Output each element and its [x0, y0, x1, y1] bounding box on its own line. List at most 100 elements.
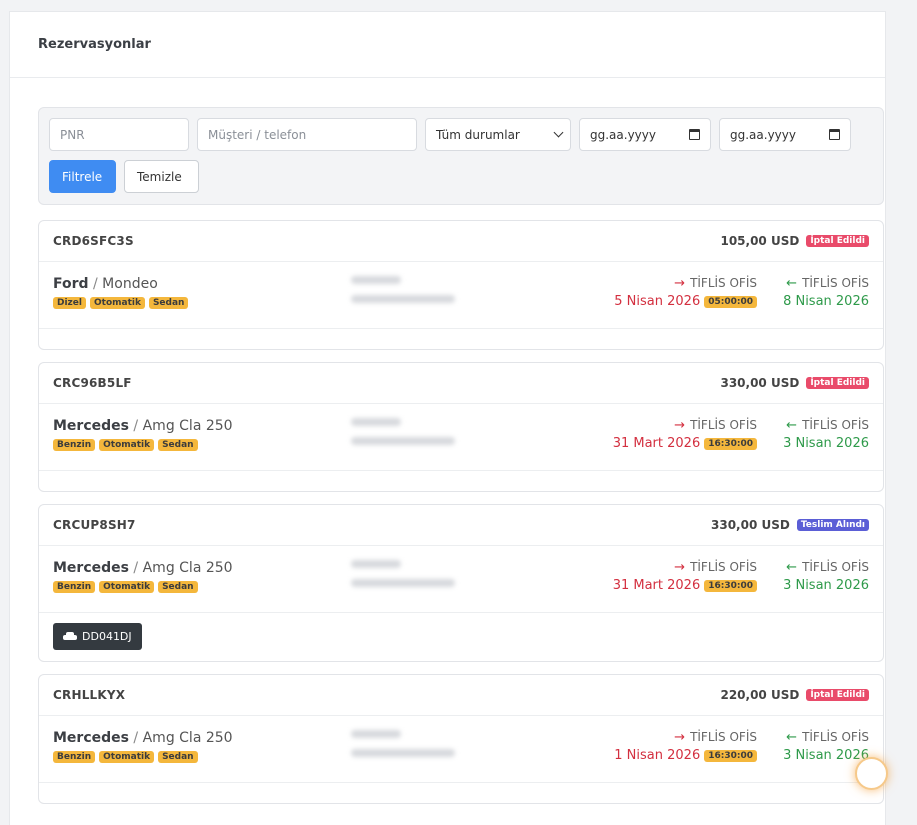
dropoff-datetime: 8 Nisan 2026	[783, 294, 869, 309]
reservation-summary: 330,00 USD Teslim Alındı	[711, 518, 869, 532]
plate-number: DD041DJ	[82, 630, 132, 643]
vehicle-tag: Sedan	[158, 581, 198, 593]
page-title: Rezervasyonlar	[38, 37, 151, 52]
arrow-right-icon: →	[674, 729, 686, 745]
dropoff-date: 8 Nisan 2026	[783, 294, 869, 309]
vehicle-tag: Otomatik	[89, 297, 145, 309]
dropoff-location: ← TİFLİS OFİS	[783, 730, 869, 744]
vehicle-name: Mercedes / Amg Cla 250	[53, 560, 233, 576]
vehicle-tags: Benzin Otomatik Sedan	[53, 581, 233, 593]
pickup-date: 1 Nisan 2026	[614, 748, 701, 763]
vehicle-tag: Otomatik	[99, 439, 155, 451]
price: 330,00 USD	[720, 376, 800, 390]
dropoff-location-label: TİFLİS OFİS	[802, 730, 869, 744]
dropoff-datetime: 3 Nisan 2026	[783, 748, 869, 763]
vehicle-tag: Sedan	[158, 439, 198, 451]
vehicle-info: Ford / Mondeo Dizel Otomatik Sedan	[53, 276, 189, 309]
dropoff-location-label: TİFLİS OFİS	[802, 560, 869, 574]
dropoff-location: ← TİFLİS OFİS	[783, 276, 869, 290]
customer-info-redacted	[351, 276, 455, 303]
vehicle-separator: /	[128, 560, 143, 576]
reservation-summary: 330,00 USD İptal Edildi	[720, 376, 869, 390]
arrow-right-icon: →	[674, 559, 686, 575]
reservation-card[interactable]: CRD6SFC3S 105,00 USD İptal Edildi Ford /…	[38, 220, 884, 350]
filter-button[interactable]: Filtrele	[49, 160, 116, 193]
date-to-input[interactable]: gg.aa.yyyy	[719, 118, 851, 151]
price: 220,00 USD	[720, 688, 800, 702]
vehicle-tag: Dizel	[53, 297, 86, 309]
customer-contact-blurred	[351, 295, 455, 303]
pnr-code: CRHLLKYX	[53, 688, 126, 702]
vehicle-tags: Benzin Otomatik Sedan	[53, 439, 233, 451]
customer-input[interactable]: Müşteri / telefon	[197, 118, 417, 151]
filter-buttons-row: Filtrele Temizle	[49, 160, 883, 193]
dropoff-location-label: TİFLİS OFİS	[802, 418, 869, 432]
status-badge: İptal Edildi	[806, 689, 869, 701]
reservation-header: CRHLLKYX 220,00 USD İptal Edildi	[39, 675, 883, 716]
dropoff-info: ← TİFLİS OFİS 3 Nisan 2026	[783, 730, 869, 763]
pickup-location-label: TİFLİS OFİS	[690, 730, 757, 744]
arrow-left-icon: ←	[786, 729, 798, 745]
reservation-summary: 105,00 USD İptal Edildi	[720, 234, 869, 248]
pickup-location-label: TİFLİS OFİS	[690, 560, 757, 574]
status-badge: Teslim Alındı	[796, 519, 869, 531]
pickup-info: → TİFLİS OFİS 31 Mart 2026 16:30:00	[613, 418, 757, 451]
vehicle-brand: Mercedes	[53, 418, 129, 434]
customer-name-blurred	[351, 560, 401, 568]
vehicle-separator: /	[128, 730, 143, 746]
pickup-date: 31 Mart 2026	[612, 436, 701, 451]
reservation-card[interactable]: CRHLLKYX 220,00 USD İptal Edildi Mercede…	[38, 674, 884, 804]
dropoff-location-label: TİFLİS OFİS	[802, 276, 869, 290]
pickup-date: 5 Nisan 2026	[614, 294, 701, 309]
dropoff-date: 3 Nisan 2026	[783, 578, 869, 593]
chevron-down-icon	[553, 127, 564, 138]
dropoff-datetime: 3 Nisan 2026	[783, 436, 869, 451]
reservation-summary: 220,00 USD İptal Edildi	[720, 688, 869, 702]
arrow-right-icon: →	[674, 275, 686, 291]
pickup-location-label: TİFLİS OFİS	[690, 418, 757, 432]
vehicle-info: Mercedes / Amg Cla 250 Benzin Otomatik Sed…	[53, 560, 233, 593]
dropoff-date: 3 Nisan 2026	[783, 748, 869, 763]
reservation-footer	[39, 783, 883, 803]
floating-action-button[interactable]	[855, 757, 888, 790]
pickup-time: 16:30:00	[704, 579, 757, 592]
vehicle-name: Mercedes / Amg Cla 250	[53, 418, 233, 434]
vehicle-tag: Otomatik	[99, 751, 155, 763]
vehicle-brand: Mercedes	[53, 560, 129, 576]
date-from-input[interactable]: gg.aa.yyyy	[579, 118, 711, 151]
panel-header: Rezervasyonlar	[10, 12, 885, 78]
arrow-left-icon: ←	[786, 559, 798, 575]
reservation-footer	[39, 329, 883, 349]
vehicle-model: Amg Cla 250	[142, 730, 233, 746]
pnr-input[interactable]: PNR	[49, 118, 189, 151]
customer-name-blurred	[351, 730, 401, 738]
calendar-icon[interactable]	[829, 129, 840, 140]
customer-info-redacted	[351, 418, 455, 445]
pickup-info: → TİFLİS OFİS 5 Nisan 2026 05:00:00	[614, 276, 757, 309]
pickup-info: → TİFLİS OFİS 31 Mart 2026 16:30:00	[613, 560, 757, 593]
customer-contact-blurred	[351, 749, 455, 757]
pickup-datetime: 1 Nisan 2026 16:30:00	[614, 748, 757, 763]
clear-button[interactable]: Temizle	[124, 160, 199, 193]
vehicle-separator: /	[128, 418, 143, 434]
reservation-details: Mercedes / Amg Cla 250 Benzin Otomatik Sed…	[39, 404, 883, 471]
vehicle-model: Amg Cla 250	[142, 418, 233, 434]
pnr-code: CRD6SFC3S	[53, 234, 134, 248]
plate-badge: DD041DJ	[53, 623, 142, 650]
arrow-right-icon: →	[674, 417, 686, 433]
pickup-info: → TİFLİS OFİS 1 Nisan 2026 16:30:00	[614, 730, 757, 763]
filter-bar: PNR Müşteri / telefon Tüm durumlar gg.aa…	[38, 107, 884, 205]
date-from-placeholder: gg.aa.yyyy	[590, 127, 656, 142]
vehicle-brand: Mercedes	[53, 730, 129, 746]
vehicle-separator: /	[88, 276, 103, 292]
vehicle-tag: Benzin	[53, 439, 96, 451]
status-badge: İptal Edildi	[806, 235, 869, 247]
status-select[interactable]: Tüm durumlar	[425, 118, 571, 151]
pickup-location: → TİFLİS OFİS	[613, 418, 757, 432]
pnr-code: CRC96B5LF	[53, 376, 132, 390]
vehicle-tag: Sedan	[158, 751, 198, 763]
reservation-card[interactable]: CRCUP8SH7 330,00 USD Teslim Alındı Merce…	[38, 504, 884, 662]
calendar-icon[interactable]	[689, 129, 700, 140]
panel-body: PNR Müşteri / telefon Tüm durumlar gg.aa…	[10, 78, 885, 804]
reservation-card[interactable]: CRC96B5LF 330,00 USD İptal Edildi Merced…	[38, 362, 884, 492]
